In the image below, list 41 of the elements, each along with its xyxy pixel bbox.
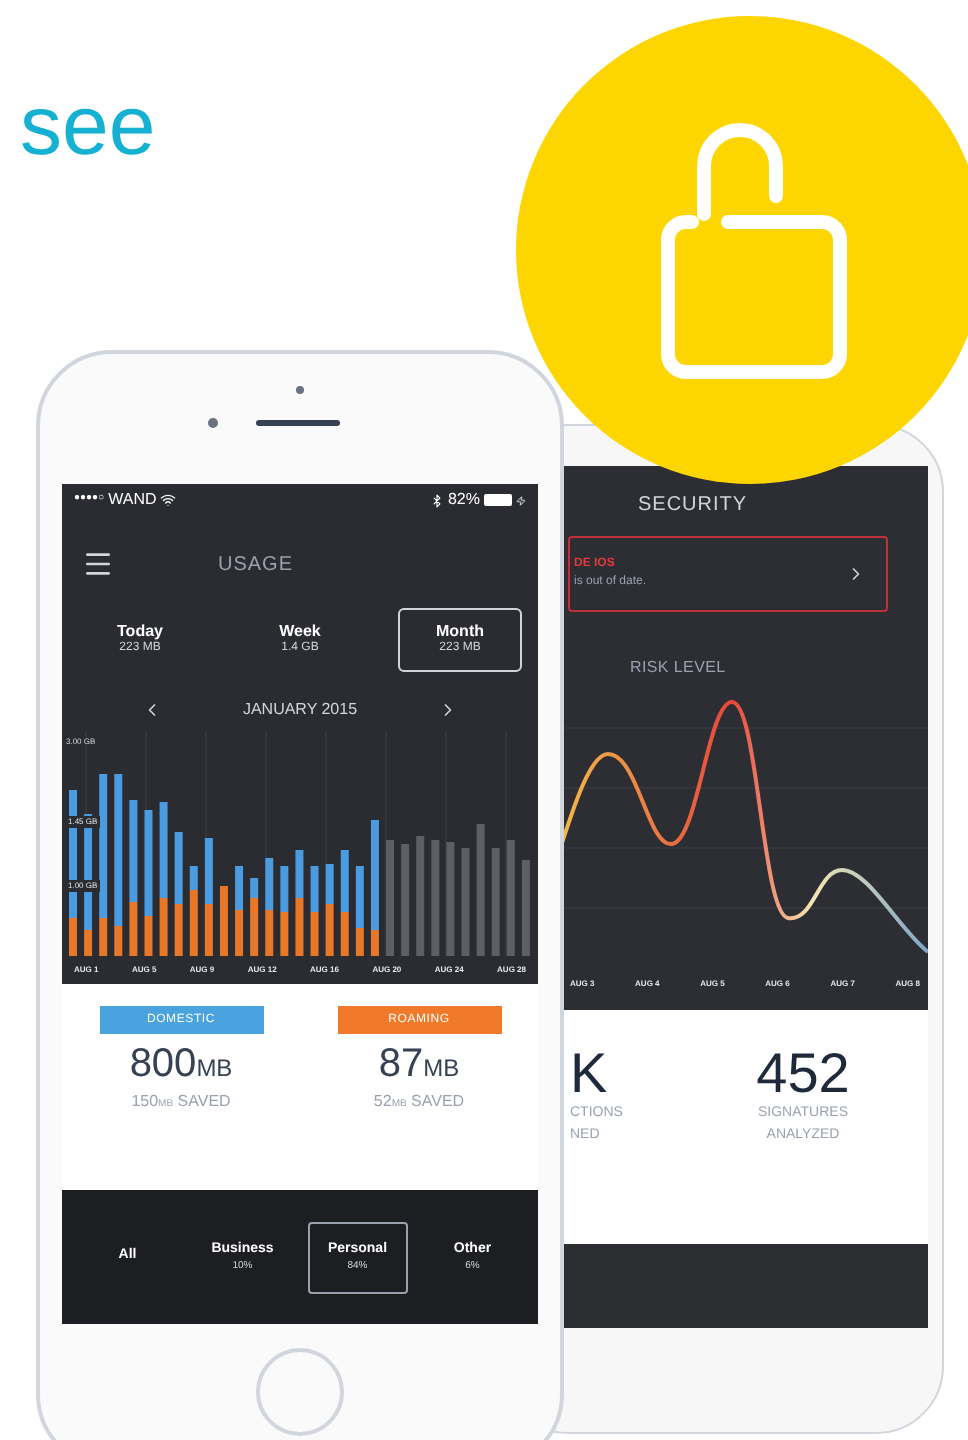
future-bar bbox=[401, 844, 410, 956]
wifi-icon bbox=[160, 492, 177, 508]
screen-title: USAGE bbox=[218, 551, 294, 579]
stacked-bar bbox=[340, 850, 349, 956]
speaker-slot bbox=[256, 420, 340, 426]
future-bar bbox=[491, 848, 500, 956]
stacked-bar bbox=[295, 850, 304, 956]
future-bar bbox=[446, 842, 455, 956]
battery-icon bbox=[484, 494, 512, 506]
menu-icon[interactable] bbox=[82, 548, 114, 580]
month-label: JANUARY 2015 bbox=[242, 698, 358, 722]
future-bar bbox=[521, 860, 530, 956]
battery-percent: 82% bbox=[447, 488, 480, 512]
stacked-bar bbox=[370, 820, 379, 956]
screen-title: SECURITY bbox=[638, 492, 750, 520]
stacked-bar bbox=[265, 858, 274, 956]
future-bar bbox=[416, 836, 425, 956]
stacked-bar bbox=[189, 866, 198, 956]
future-bar bbox=[506, 840, 515, 956]
stacked-bar bbox=[250, 878, 259, 956]
carrier-name: WAND bbox=[108, 488, 157, 512]
stacked-bar bbox=[174, 832, 183, 956]
stacked-bar bbox=[310, 866, 319, 956]
stacked-bar bbox=[280, 866, 289, 956]
stat-value: K bbox=[570, 1046, 608, 1102]
future-bar bbox=[476, 824, 485, 956]
section-title: RISK LEVEL bbox=[630, 656, 728, 680]
stacked-bar bbox=[235, 866, 244, 956]
stacked-bar bbox=[355, 866, 364, 956]
stat-value: 452 bbox=[756, 1046, 850, 1102]
bluetooth-icon bbox=[429, 493, 444, 507]
usage-amount: 87MB bbox=[378, 1044, 460, 1084]
stacked-bar bbox=[325, 864, 334, 956]
charging-icon bbox=[516, 495, 526, 505]
future-bar bbox=[461, 848, 470, 956]
future-bar bbox=[431, 840, 440, 956]
headline: see bbox=[20, 84, 156, 168]
future-bar bbox=[386, 840, 395, 956]
usage-amount: 800MB bbox=[129, 1044, 233, 1084]
stacked-bar bbox=[219, 886, 228, 956]
stacked-bar bbox=[204, 838, 213, 956]
